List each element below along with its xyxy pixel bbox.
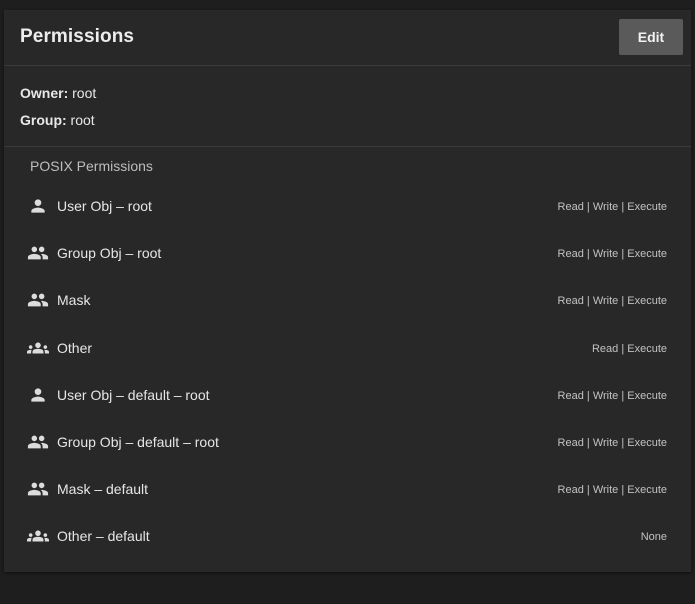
permission-value: Read | Write | Execute — [557, 248, 667, 261]
permission-row: User Obj – default – root Read | Write | … — [4, 372, 691, 419]
people-icon — [27, 291, 49, 309]
permission-row: Mask Read | Write | Execute — [4, 277, 691, 324]
owner-label: Owner: — [20, 85, 69, 101]
permission-name: Other – default — [57, 528, 150, 545]
groups-icon — [27, 339, 49, 357]
group-value: root — [70, 112, 95, 128]
owner-value: root — [72, 85, 97, 101]
permission-name: User Obj – default – root — [57, 386, 210, 403]
permission-row: Group Obj – default – root Read | Write |… — [4, 419, 691, 466]
permission-row: Other – default None — [4, 513, 691, 560]
permission-value: Read | Write | Execute — [557, 484, 667, 497]
group-row: Group: root — [20, 112, 95, 128]
edit-button[interactable]: Edit — [619, 19, 683, 55]
permissions-card: Permissions Edit Owner: root Group: root… — [4, 10, 691, 572]
permission-value: Read | Write | Execute — [557, 437, 667, 449]
group-label: Group: — [20, 112, 67, 128]
posix-permissions-title: POSIX Permissions — [30, 158, 153, 174]
card-header: Permissions Edit — [4, 10, 691, 66]
permission-row: Mask – default Read | Write | Execute — [4, 466, 691, 513]
permission-row: Group Obj – root Read | Write | Execute — [4, 230, 691, 277]
people-icon — [27, 244, 49, 262]
permission-value: Read | Write | Execute — [557, 201, 667, 213]
permission-name: Group Obj – default – root — [57, 434, 219, 450]
permission-row: User Obj – root Read | Write | Execute — [4, 183, 691, 230]
permission-row: Other Read | Execute — [4, 325, 691, 372]
card-title: Permissions — [20, 26, 135, 47]
permission-name: Group Obj – root — [57, 245, 162, 262]
people-icon — [27, 433, 49, 451]
people-icon — [27, 480, 49, 498]
groups-icon — [27, 527, 49, 545]
owner-row: Owner: root — [20, 85, 96, 101]
permission-name: Other — [57, 339, 93, 356]
person-icon — [27, 386, 49, 404]
permission-value: None — [640, 531, 667, 544]
person-icon — [27, 197, 49, 215]
permission-value: Read | Write | Execute — [557, 389, 667, 402]
ownership-section: Owner: root Group: root — [4, 66, 691, 147]
permission-value: Read | Execute — [591, 342, 667, 355]
permission-name: Mask – default — [57, 481, 149, 498]
permission-value: Read | Write | Execute — [557, 295, 667, 308]
permission-name: Mask — [57, 292, 91, 309]
permission-name: User Obj – root — [57, 198, 152, 214]
